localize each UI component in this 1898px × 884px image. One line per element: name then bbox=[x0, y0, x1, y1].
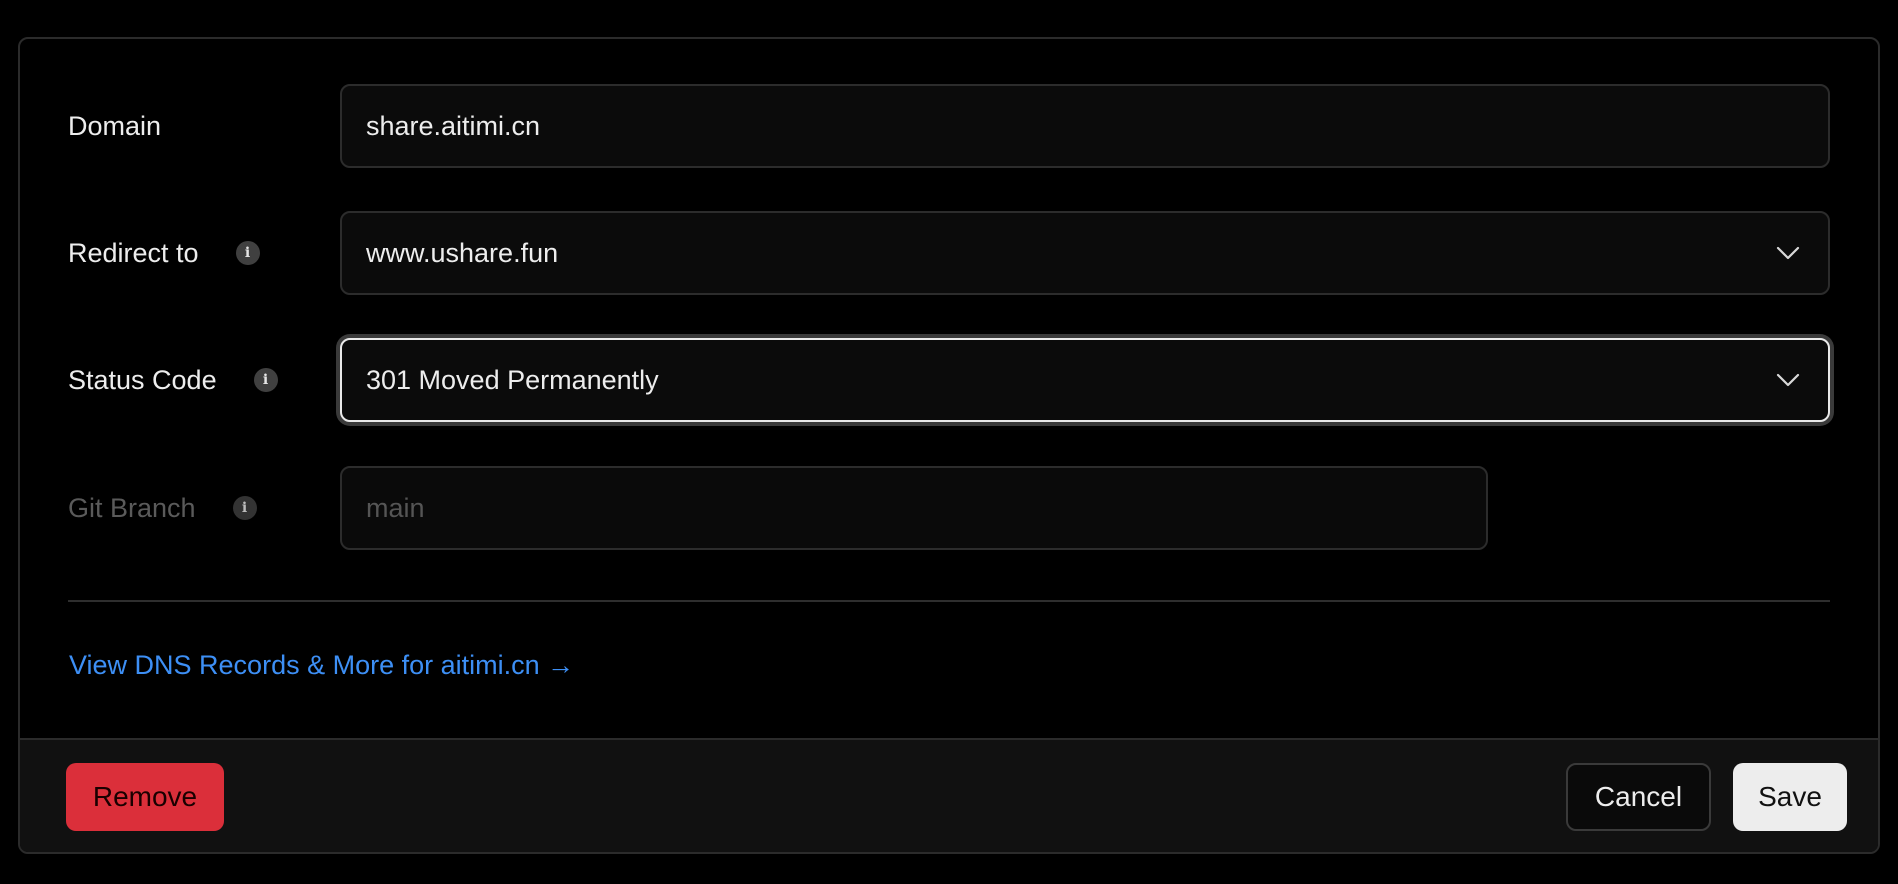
card-body: Domain Redirect to i www.ushare.fun Stat… bbox=[20, 39, 1878, 740]
git-branch-label: Git Branch i bbox=[68, 493, 340, 524]
redirect-row: Redirect to i www.ushare.fun bbox=[68, 211, 1830, 295]
save-button[interactable]: Save bbox=[1733, 763, 1847, 831]
chevron-down-icon bbox=[1776, 373, 1800, 387]
chevron-down-icon bbox=[1776, 246, 1800, 260]
redirect-select[interactable]: www.ushare.fun bbox=[340, 211, 1830, 295]
domain-settings-card: Domain Redirect to i www.ushare.fun Stat… bbox=[18, 37, 1880, 854]
view-dns-records-link[interactable]: View DNS Records & More for aitimi.cn → bbox=[69, 650, 574, 681]
git-branch-placeholder: main bbox=[366, 492, 425, 523]
card-footer: Remove Cancel Save bbox=[20, 738, 1878, 852]
status-code-row: Status Code i 301 Moved Permanently bbox=[68, 338, 1830, 422]
domain-field[interactable] bbox=[340, 84, 1830, 168]
git-branch-label-text: Git Branch bbox=[68, 492, 196, 523]
status-code-select-value: 301 Moved Permanently bbox=[366, 364, 659, 395]
divider bbox=[68, 600, 1830, 602]
status-code-label: Status Code i bbox=[68, 365, 340, 396]
domain-row: Domain bbox=[68, 84, 1830, 168]
remove-button[interactable]: Remove bbox=[66, 763, 224, 831]
domain-input[interactable] bbox=[366, 110, 1828, 142]
info-icon[interactable]: i bbox=[253, 368, 278, 392]
domain-label-text: Domain bbox=[68, 110, 162, 141]
git-branch-field: main bbox=[340, 466, 1488, 550]
redirect-label-text: Redirect to bbox=[68, 237, 199, 268]
status-code-select[interactable]: 301 Moved Permanently bbox=[340, 338, 1830, 422]
redirect-select-value: www.ushare.fun bbox=[366, 237, 559, 268]
git-branch-row: Git Branch i main bbox=[68, 466, 1830, 550]
domain-label: Domain bbox=[68, 111, 340, 142]
cancel-button[interactable]: Cancel bbox=[1566, 763, 1711, 831]
redirect-label: Redirect to i bbox=[68, 238, 340, 269]
status-code-label-text: Status Code bbox=[68, 364, 217, 395]
info-icon[interactable]: i bbox=[235, 241, 260, 265]
info-icon[interactable]: i bbox=[232, 496, 257, 520]
